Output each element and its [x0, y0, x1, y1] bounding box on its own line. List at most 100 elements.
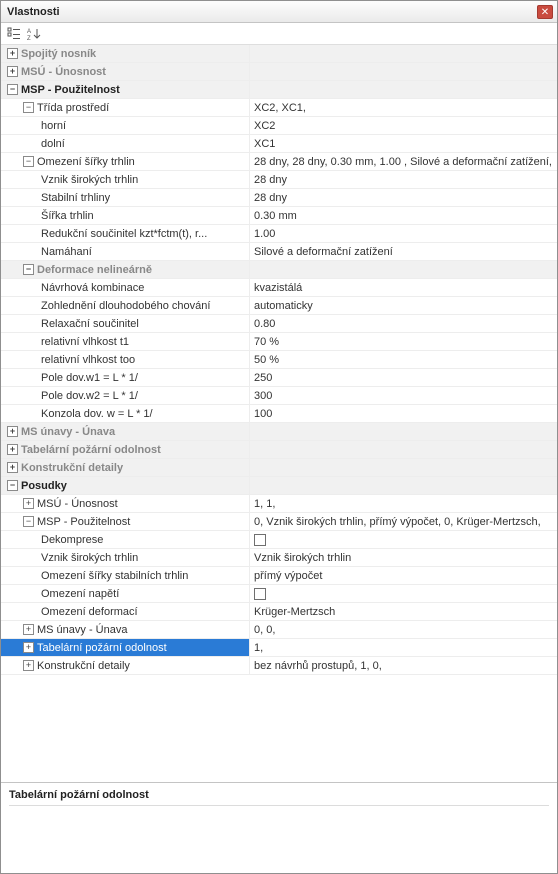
row-p-dekomprese[interactable]: Dekomprese — [1, 531, 557, 549]
toolbar: A Z — [1, 23, 557, 45]
row-pole-w1[interactable]: Pole dov.w1 = L * 1/ 250 — [1, 369, 557, 387]
prop-value[interactable]: 0, 0, — [250, 621, 557, 638]
category-konstr-detaily[interactable]: +Konstrukční detaily — [1, 459, 557, 477]
category-deformace-nl[interactable]: − Deformace nelineárně — [1, 261, 557, 279]
row-p-tab-poz[interactable]: +Tabelární požární odolnost 1, — [1, 639, 557, 657]
sort-button[interactable]: A Z — [25, 25, 43, 43]
row-p-omez-def[interactable]: Omezení deformací Krüger-Mertzsch — [1, 603, 557, 621]
row-trida-prostredi[interactable]: − Třída prostředí XC2, XC1, — [1, 99, 557, 117]
expand-icon[interactable]: + — [23, 498, 34, 509]
row-p-konstr-det[interactable]: +Konstrukční detaily bez návrhů prostupů… — [1, 657, 557, 675]
prop-label: Vznik širokých trhlin — [41, 174, 138, 186]
prop-value[interactable]: 1, 1, — [250, 495, 557, 512]
sort-az-icon: A Z — [27, 27, 41, 41]
description-caption: Tabelární požární odolnost — [9, 789, 549, 806]
row-rel-vlh-too[interactable]: relativní vlhkost too 50 % — [1, 351, 557, 369]
prop-label: Konzola dov. w = L * 1/ — [41, 408, 153, 420]
prop-value[interactable]: 1.00 — [250, 225, 557, 242]
prop-value[interactable]: přímý výpočet — [250, 567, 557, 584]
prop-label: Omezení šířky stabilních trhlin — [41, 570, 188, 582]
prop-value[interactable]: 100 — [250, 405, 557, 422]
prop-value[interactable]: XC2 — [250, 117, 557, 134]
prop-value[interactable]: Krüger-Mertzsch — [250, 603, 557, 620]
row-relax-souc[interactable]: Relaxační součinitel 0.80 — [1, 315, 557, 333]
expand-icon[interactable]: + — [7, 48, 18, 59]
expand-icon[interactable]: + — [7, 426, 18, 437]
property-grid[interactable]: + Spojitý nosník + MSÚ - Únosnost − MSP … — [1, 45, 557, 783]
prop-label: Pole dov.w1 = L * 1/ — [41, 372, 138, 384]
collapse-icon[interactable]: − — [23, 102, 34, 113]
row-p-ms-unavy[interactable]: +MS únavy - Únava 0, 0, — [1, 621, 557, 639]
prop-value[interactable] — [250, 585, 557, 602]
prop-value[interactable]: automaticky — [250, 297, 557, 314]
row-p-omez-nap[interactable]: Omezení napětí — [1, 585, 557, 603]
row-rel-vlh-t1[interactable]: relativní vlhkost t1 70 % — [1, 333, 557, 351]
row-p-omez-sir[interactable]: Omezení šířky stabilních trhlin přímý vý… — [1, 567, 557, 585]
category-tab-pozarni[interactable]: +Tabelární požární odolnost — [1, 441, 557, 459]
category-ms-unavy[interactable]: +MS únavy - Únava — [1, 423, 557, 441]
row-horni[interactable]: horní XC2 — [1, 117, 557, 135]
expand-icon[interactable]: + — [7, 462, 18, 473]
prop-value[interactable]: 300 — [250, 387, 557, 404]
category-posudky[interactable]: −Posudky — [1, 477, 557, 495]
row-stabilni-trhliny[interactable]: Stabilní trhliny 28 dny — [1, 189, 557, 207]
prop-value[interactable]: Silové a deformační zatížení — [250, 243, 557, 260]
svg-text:A: A — [27, 29, 31, 35]
prop-label: Omezení napětí — [41, 588, 119, 600]
prop-value[interactable]: 28 dny — [250, 189, 557, 206]
prop-value[interactable]: 1, — [250, 639, 557, 656]
categorized-button[interactable] — [5, 25, 23, 43]
row-zohledneni[interactable]: Zohlednění dlouhodobého chování automati… — [1, 297, 557, 315]
category-spojity-nosnik[interactable]: + Spojitý nosník — [1, 45, 557, 63]
prop-value[interactable]: 0, Vznik širokých trhlin, přímý výpočet,… — [250, 513, 557, 530]
collapse-icon[interactable]: − — [7, 84, 18, 95]
collapse-icon[interactable]: − — [23, 156, 34, 167]
prop-value[interactable]: 70 % — [250, 333, 557, 350]
expand-icon[interactable]: + — [23, 660, 34, 671]
prop-value[interactable]: 28 dny — [250, 171, 557, 188]
expand-icon[interactable]: + — [7, 444, 18, 455]
row-redukcni[interactable]: Redukční součinitel kzt*fctm(t), r... 1.… — [1, 225, 557, 243]
row-p-msu[interactable]: +MSÚ - Únosnost 1, 1, — [1, 495, 557, 513]
collapse-icon[interactable]: − — [23, 264, 34, 275]
prop-value[interactable]: 0.30 mm — [250, 207, 557, 224]
row-p-vznik[interactable]: Vznik širokých trhlin Vznik širokých trh… — [1, 549, 557, 567]
collapse-icon[interactable]: − — [7, 480, 18, 491]
expand-icon[interactable]: + — [23, 624, 34, 635]
row-sirka-trhlin[interactable]: Šířka trhlin 0.30 mm — [1, 207, 557, 225]
close-button[interactable]: ✕ — [537, 5, 553, 19]
checkbox-icon[interactable] — [254, 534, 266, 546]
prop-value[interactable]: 250 — [250, 369, 557, 386]
prop-value[interactable]: bez návrhů prostupů, 1, 0, — [250, 657, 557, 674]
prop-value[interactable] — [250, 531, 557, 548]
prop-label: Redukční součinitel kzt*fctm(t), r... — [41, 228, 207, 240]
prop-label: Omezení deformací — [41, 606, 138, 618]
prop-value[interactable]: 28 dny, 28 dny, 0.30 mm, 1.00 , Silové a… — [250, 153, 557, 170]
collapse-icon[interactable]: − — [23, 516, 34, 527]
expand-icon[interactable]: + — [7, 66, 18, 77]
category-msp-pouzitelnost[interactable]: − MSP - Použitelnost — [1, 81, 557, 99]
prop-label: horní — [41, 120, 66, 132]
row-dolni[interactable]: dolní XC1 — [1, 135, 557, 153]
row-konzola-w[interactable]: Konzola dov. w = L * 1/ 100 — [1, 405, 557, 423]
category-msu-unosnost[interactable]: + MSÚ - Únosnost — [1, 63, 557, 81]
prop-label: Dekomprese — [41, 534, 103, 546]
category-label: Spojitý nosník — [21, 48, 96, 60]
prop-value[interactable]: XC2, XC1, — [250, 99, 557, 116]
prop-value[interactable]: 50 % — [250, 351, 557, 368]
prop-value[interactable]: Vznik širokých trhlin — [250, 549, 557, 566]
prop-label: MS únavy - Únava — [37, 624, 127, 636]
row-namahani[interactable]: Namáhaní Silové a deformační zatížení — [1, 243, 557, 261]
expand-icon[interactable]: + — [23, 642, 34, 653]
row-omezeni-sirky[interactable]: − Omezení šířky trhlin 28 dny, 28 dny, 0… — [1, 153, 557, 171]
row-navrhova-komb[interactable]: Návrhová kombinace kvazistálá — [1, 279, 557, 297]
prop-value[interactable]: XC1 — [250, 135, 557, 152]
row-pole-w2[interactable]: Pole dov.w2 = L * 1/ 300 — [1, 387, 557, 405]
row-vznik-sirokych[interactable]: Vznik širokých trhlin 28 dny — [1, 171, 557, 189]
categorized-icon — [7, 27, 21, 41]
row-p-msp[interactable]: −MSP - Použitelnost 0, Vznik širokých tr… — [1, 513, 557, 531]
checkbox-icon[interactable] — [254, 588, 266, 600]
prop-value[interactable]: 0.80 — [250, 315, 557, 332]
prop-value[interactable]: kvazistálá — [250, 279, 557, 296]
svg-text:Z: Z — [27, 36, 31, 41]
